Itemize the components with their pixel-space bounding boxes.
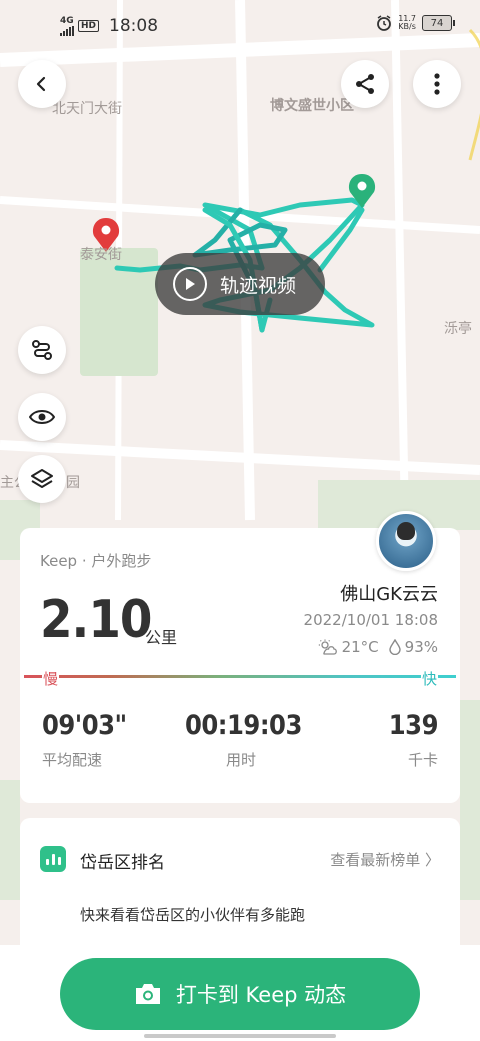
status-bar: 4G HD 18:08 11.7 KB/s 74 [0, 0, 480, 52]
temperature: 21°C [341, 638, 379, 656]
route-style-button[interactable] [18, 326, 66, 374]
network-speed: 11.7 KB/s [398, 15, 416, 31]
bottom-action-bar: 打卡到 Keep 动态 [0, 945, 480, 1041]
visibility-button[interactable] [18, 393, 66, 441]
share-icon [356, 74, 374, 94]
share-button[interactable] [341, 60, 389, 108]
stat-value: 139 [388, 710, 439, 741]
play-icon [173, 267, 207, 301]
map-layers-button[interactable] [18, 455, 66, 503]
layers-icon [31, 469, 53, 488]
stat-calories: 139 千卡 [388, 710, 439, 770]
map-label-luoting: 泺亭 [444, 321, 472, 337]
avatar[interactable] [376, 511, 436, 571]
weather-info: 21°C 93% [318, 638, 438, 656]
battery-level: 74 [430, 17, 444, 29]
ranking-title: 岱岳区排名 [80, 853, 165, 873]
stat-avg-pace: 09'03" 平均配速 [42, 710, 127, 770]
workout-summary-card: Keep · 户外跑步 2.10 公里 佛山GK云云 2022/10/01 18… [20, 528, 460, 803]
speed-unit: KB/s [398, 22, 416, 31]
workout-datetime: 2022/10/01 18:08 [303, 611, 438, 629]
track-video-button[interactable]: 轨迹视频 [155, 253, 325, 315]
camera-icon [135, 984, 160, 1004]
view-latest-ranking-link[interactable]: 查看最新榜单 〉 [330, 849, 440, 870]
checkin-label: 打卡到 Keep 动态 [175, 983, 347, 1007]
battery-icon: 74 [422, 15, 455, 31]
pace-slow-label: 慢 [42, 668, 60, 689]
status-left: 4G HD 18:08 [60, 16, 158, 36]
stat-label: 千卡 [407, 751, 438, 769]
route-icon [32, 340, 52, 360]
chevron-left-icon [36, 76, 46, 92]
pace-fast-label: 快 [420, 668, 438, 689]
status-right: 11.7 KB/s 74 [376, 15, 455, 31]
cloudy-icon [318, 639, 337, 655]
status-time: 18:08 [109, 16, 159, 36]
stat-value: 09'03" [42, 710, 127, 741]
user-name[interactable]: 佛山GK云云 [340, 580, 438, 606]
map-label-park: 园 [66, 475, 80, 491]
network-type: 4G [60, 15, 74, 26]
track-video-label: 轨迹视频 [220, 274, 297, 297]
map-label-community: 博文盛世小区 [270, 98, 354, 114]
signal-indicator: 4G [60, 15, 74, 36]
distance-unit: 公里 [145, 628, 178, 647]
stat-label: 平均配速 [42, 751, 103, 769]
more-button[interactable] [413, 60, 461, 108]
workout-source: Keep · 户外跑步 [40, 552, 152, 570]
pace-gradient-bar [24, 675, 456, 678]
more-vertical-icon [434, 73, 440, 95]
alarm-icon [377, 15, 392, 31]
stat-label: 用时 [225, 751, 256, 769]
humidity-icon [388, 639, 401, 655]
distance-value: 2.10 [40, 590, 152, 650]
hd-icon: HD [78, 20, 100, 32]
ranking-chart-icon [40, 846, 66, 872]
map-label-street: 北天门大街 [52, 101, 122, 117]
stat-duration: 00:19:03 用时 [185, 710, 302, 770]
checkin-button[interactable]: 打卡到 Keep 动态 [60, 958, 420, 1030]
eye-icon [29, 410, 55, 424]
stat-value: 00:19:03 [185, 710, 302, 741]
ranking-description: 快来看看岱岳区的小伙伴有多能跑 [80, 906, 306, 924]
home-indicator[interactable] [144, 1034, 336, 1038]
signal-bars-icon [60, 25, 74, 36]
back-button[interactable] [18, 60, 66, 108]
map-label-taian-street: 泰安街 [80, 247, 122, 263]
humidity: 93% [404, 638, 438, 656]
